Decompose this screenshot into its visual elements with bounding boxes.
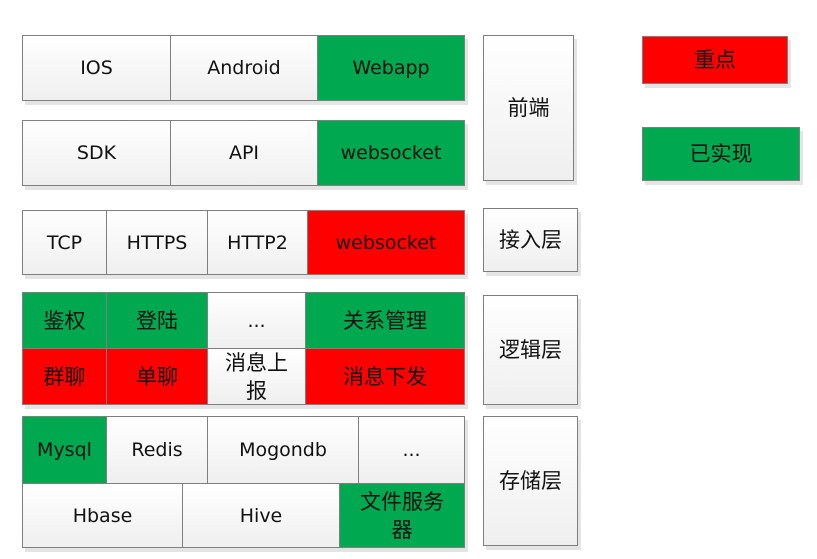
cell-mongodb: Mogondb — [207, 416, 359, 484]
cell-hbase: Hbase — [22, 483, 183, 548]
cell-auth: 鉴权 — [22, 292, 107, 349]
cell-websocket-access: websocket — [307, 210, 465, 275]
cell-http2: HTTP2 — [207, 210, 308, 275]
cell-hive: Hive — [182, 483, 340, 548]
cell-https: HTTPS — [106, 210, 208, 275]
cell-android: Android — [170, 35, 318, 101]
cell-logic-more: ... — [207, 292, 306, 349]
cell-storage-more: ... — [358, 416, 465, 484]
layer-label-access: 接入层 — [483, 208, 578, 272]
legend-implemented: 已实现 — [642, 127, 800, 181]
cell-webapp: Webapp — [317, 35, 465, 101]
cell-websocket-frontend: websocket — [317, 120, 465, 186]
cell-message-report: 消息上报 — [207, 348, 306, 405]
cell-relation-management: 关系管理 — [305, 292, 465, 349]
layer-label-storage: 存储层 — [483, 416, 578, 546]
cell-api: API — [170, 120, 318, 186]
cell-file-server: 文件服务器 — [339, 483, 465, 548]
layer-label-frontend: 前端 — [483, 35, 574, 181]
cell-redis: Redis — [106, 416, 208, 484]
cell-mysql: Mysql — [22, 416, 107, 484]
layer-label-logic: 逻辑层 — [483, 295, 578, 405]
cell-message-dispatch: 消息下发 — [305, 348, 465, 405]
cell-sdk: SDK — [22, 120, 171, 186]
cell-tcp: TCP — [22, 210, 107, 275]
cell-login: 登陆 — [106, 292, 208, 349]
cell-group-chat: 群聊 — [22, 348, 107, 405]
legend-key-point: 重点 — [642, 36, 788, 84]
cell-single-chat: 单聊 — [106, 348, 208, 405]
cell-ios: IOS — [22, 35, 171, 101]
